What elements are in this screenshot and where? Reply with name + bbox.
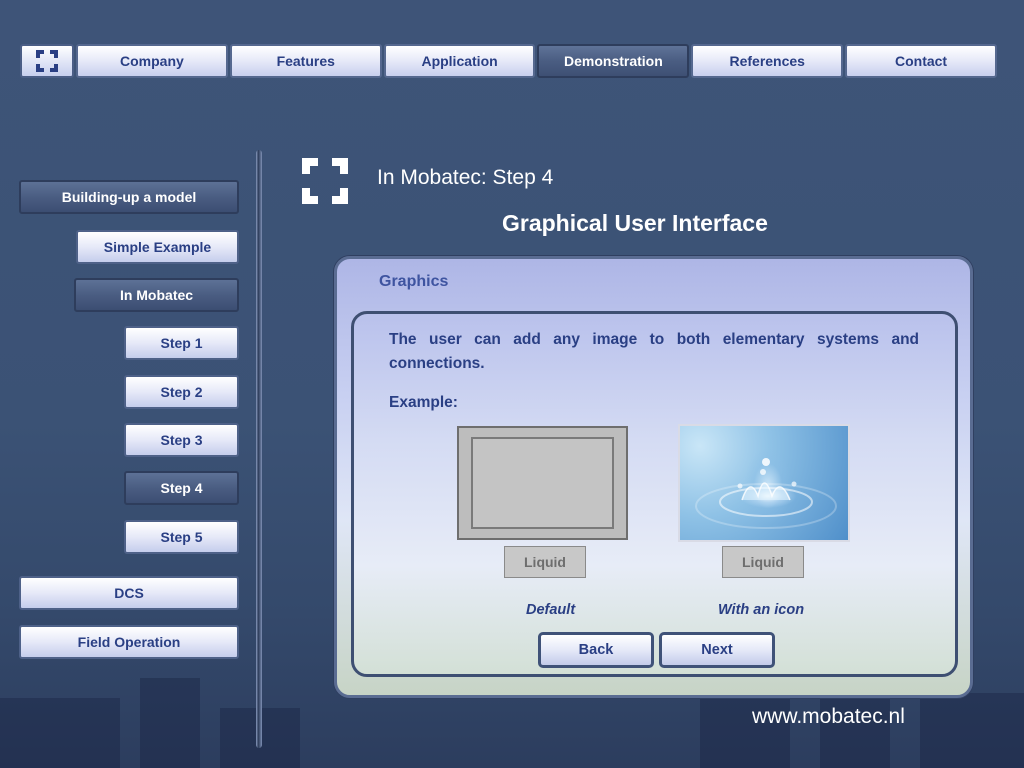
liquid-label-icon: Liquid [722,546,804,578]
caption-with-icon: With an icon [718,602,805,618]
step-title: In Mobatec: Step 4 [377,166,554,189]
panel-content: The user can add any image to both eleme… [351,311,958,677]
nav-company[interactable]: Company [76,44,228,78]
sidebar-item-step-4[interactable]: Step 4 [124,471,239,505]
panel-title: Graphics [379,273,449,290]
top-navigation: Company Features Application Demonstrati… [20,44,997,78]
back-button[interactable]: Back [538,632,654,668]
mobatec-logo-icon [300,156,350,206]
default-graphic-inner [471,437,614,529]
footer-url[interactable]: www.mobatec.nl [752,705,905,729]
graphics-panel: Graphics The user can add any image to b… [334,256,973,698]
panel-description: The user can add any image to both eleme… [389,331,919,372]
sidebar-item-simple-example[interactable]: Simple Example [76,230,239,264]
nav-contact[interactable]: Contact [845,44,997,78]
sidebar-item-dcs[interactable]: DCS [19,576,239,610]
next-button[interactable]: Next [659,632,775,668]
sidebar-item-step-3[interactable]: Step 3 [124,423,239,457]
default-graphic-image [457,426,628,540]
nav-references[interactable]: References [691,44,844,78]
example-label: Example: [389,394,458,411]
nav-demonstration[interactable]: Demonstration [537,44,690,78]
vertical-divider [256,150,262,748]
sidebar-item-step-5[interactable]: Step 5 [124,520,239,554]
caption-default: Default [526,602,576,618]
mobatec-logo-icon[interactable] [20,44,74,78]
sidebar-item-building-up-a-model[interactable]: Building-up a model [19,180,239,214]
sidebar-item-field-operation[interactable]: Field Operation [19,625,239,659]
page-title: Graphical User Interface [502,210,768,236]
liquid-label-default: Liquid [504,546,586,578]
sidebar-item-step-1[interactable]: Step 1 [124,326,239,360]
water-splash-icon [678,424,850,542]
nav-features[interactable]: Features [229,44,382,78]
sidebar-item-in-mobatec[interactable]: In Mobatec [74,278,239,312]
sidebar-item-step-2[interactable]: Step 2 [124,375,239,409]
nav-application[interactable]: Application [383,44,536,78]
